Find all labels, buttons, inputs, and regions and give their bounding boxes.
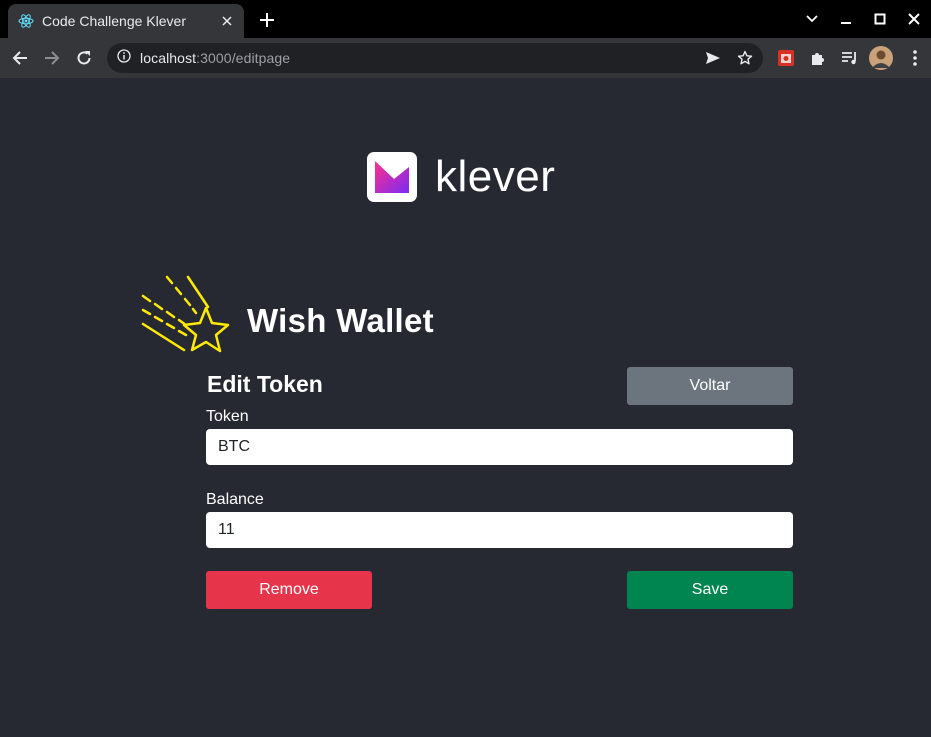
- balance-label: Balance: [206, 491, 264, 508]
- form-title: Edit Token: [207, 371, 323, 397]
- minimize-icon[interactable]: [829, 0, 863, 38]
- window-controls: [795, 0, 931, 38]
- remove-button[interactable]: Remove: [206, 571, 372, 609]
- app-title: Wish Wallet: [247, 302, 434, 339]
- bookmark-star-icon[interactable]: [733, 47, 757, 69]
- url-text: localhost:3000/editpage: [140, 50, 290, 66]
- reload-icon[interactable]: [71, 45, 97, 71]
- balance-input[interactable]: 11: [206, 512, 793, 548]
- klever-logo: klever: [367, 152, 555, 202]
- url-path: :3000/editpage: [196, 50, 291, 66]
- token-input[interactable]: BTC: [206, 429, 793, 465]
- browser-tab-bar: Code Challenge Klever: [0, 0, 931, 38]
- back-arrow-icon[interactable]: [7, 45, 33, 71]
- klever-logo-icon: [367, 152, 417, 202]
- save-button[interactable]: Save: [627, 571, 793, 609]
- avatar[interactable]: [869, 46, 893, 70]
- page: klever Wish Wallet Edit Token Voltar Tok…: [0, 78, 931, 737]
- react-icon: [18, 13, 34, 29]
- back-button[interactable]: Voltar: [627, 367, 793, 405]
- tab-title: Code Challenge Klever: [42, 13, 186, 29]
- address-bar[interactable]: localhost:3000/editpage: [107, 43, 763, 73]
- maximize-icon[interactable]: [863, 0, 897, 38]
- menu-dots-icon[interactable]: [903, 46, 927, 70]
- klever-logo-text: klever: [435, 152, 556, 201]
- media-control-icon[interactable]: [838, 46, 862, 70]
- browser-toolbar: localhost:3000/editpage: [0, 38, 931, 78]
- shooting-star-icon: [140, 274, 236, 375]
- send-icon[interactable]: [701, 47, 725, 69]
- url-host: localhost: [140, 50, 197, 66]
- extension-icon[interactable]: [774, 46, 798, 70]
- new-tab-icon[interactable]: [256, 9, 278, 31]
- puzzle-icon[interactable]: [806, 46, 830, 70]
- token-label: Token: [206, 408, 249, 425]
- tab-search-icon[interactable]: [795, 0, 829, 38]
- browser-tab[interactable]: Code Challenge Klever: [8, 4, 244, 38]
- forward-arrow-icon[interactable]: [39, 45, 65, 71]
- close-window-icon[interactable]: [897, 0, 931, 38]
- site-info-icon[interactable]: [117, 48, 131, 68]
- close-tab-icon[interactable]: [216, 10, 238, 32]
